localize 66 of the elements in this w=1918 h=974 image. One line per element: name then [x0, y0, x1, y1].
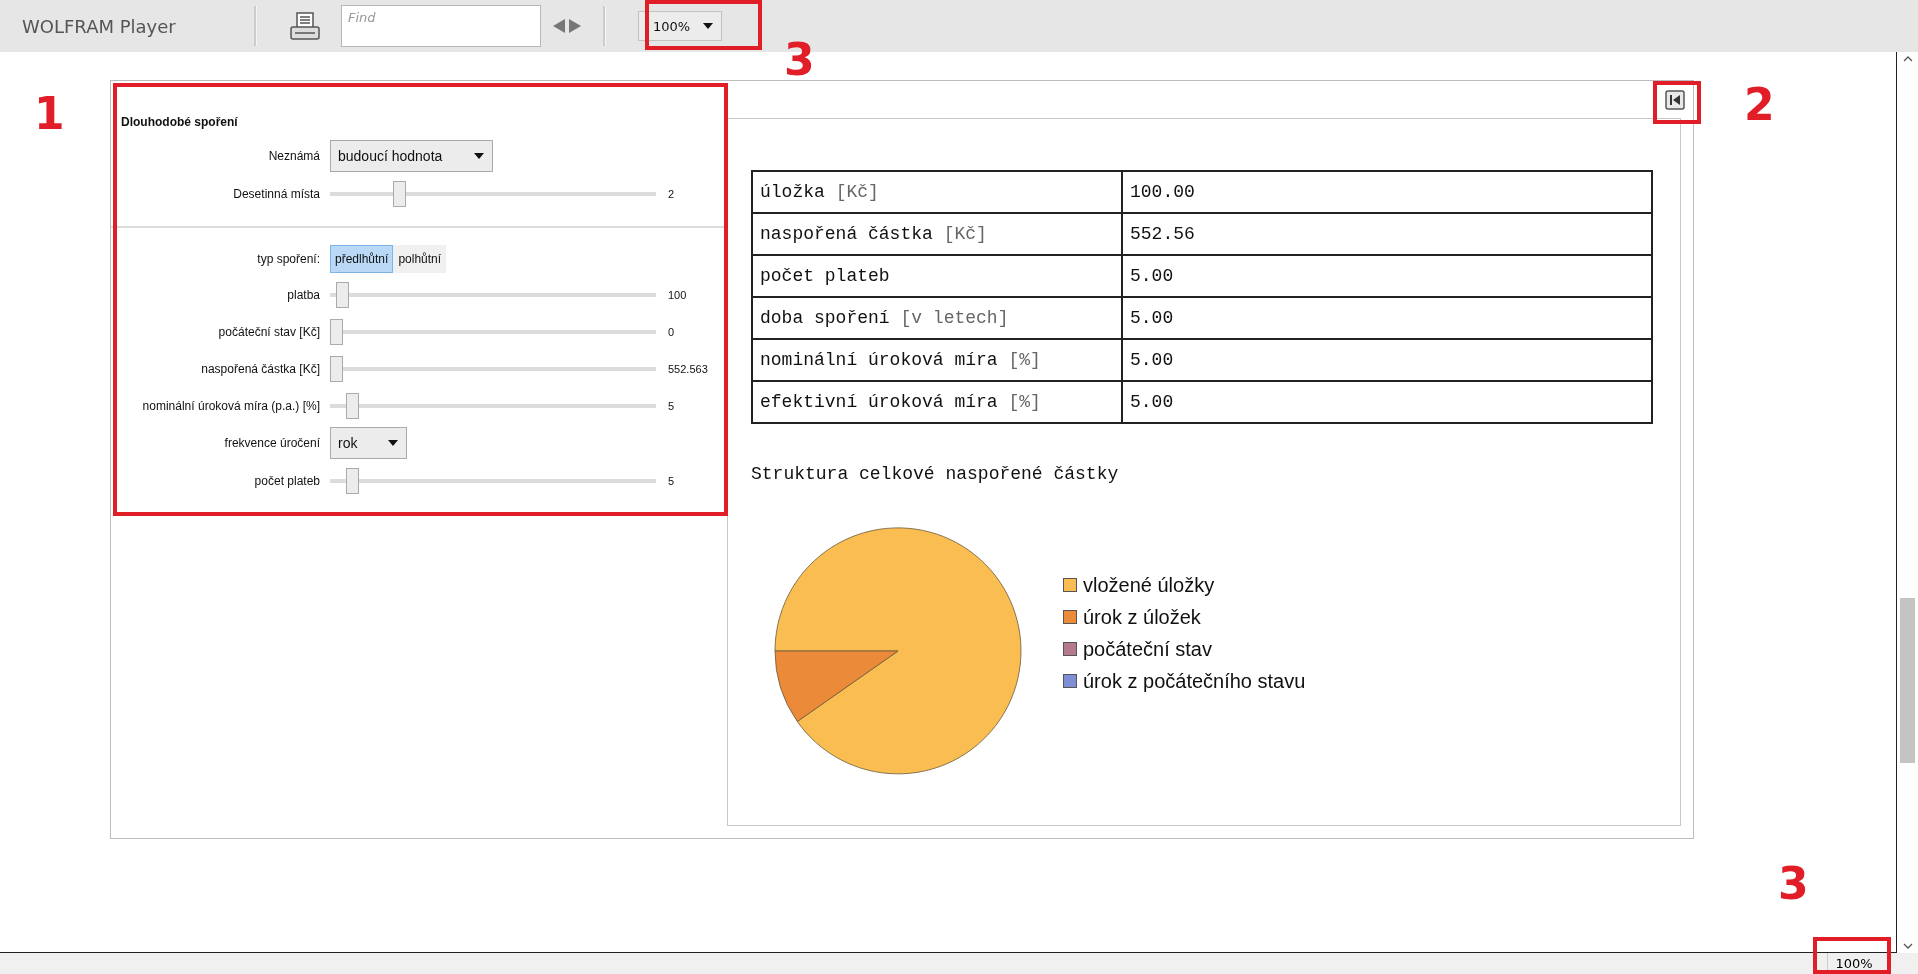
annotation-number: 3	[784, 38, 815, 82]
annotation-number: 2	[1744, 83, 1775, 127]
app-title: WOLFRAM Player	[22, 15, 177, 37]
control-label: Desetinná místa	[232, 186, 320, 201]
toggle-option[interactable]: předlhůtní	[330, 245, 394, 273]
dropdown[interactable]: budoucí hodnota	[330, 140, 493, 172]
legend-label: úrok z počátečního stavu	[1083, 669, 1306, 693]
table-cell: počet plateb	[752, 255, 1122, 297]
slider-thumb[interactable]	[336, 281, 350, 308]
previous-button[interactable]	[551, 19, 567, 33]
annotation-number: 3	[1778, 862, 1809, 906]
slider-thumb[interactable]	[330, 318, 343, 345]
highlight-frame	[1653, 81, 1701, 124]
legend-label: vložené úložky	[1083, 573, 1215, 597]
table-cell: 5.00	[1122, 339, 1652, 381]
table-cell: doba spoření [v letech]	[752, 297, 1122, 339]
slider-thumb[interactable]	[345, 467, 359, 494]
slider-value: 100	[668, 288, 687, 301]
caret-icon	[703, 23, 713, 29]
caret-icon	[474, 153, 484, 159]
slider-thumb[interactable]	[392, 180, 406, 207]
legend-label: počáteční stav	[1083, 637, 1212, 661]
slider-value: 2	[668, 187, 675, 200]
printer-icon	[290, 12, 320, 40]
zoom-level[interactable]: 100%	[1827, 953, 1880, 974]
dropdown[interactable]: rok	[330, 427, 407, 459]
print-button[interactable]	[287, 9, 323, 43]
zoom-dropdown[interactable]: 100%	[638, 11, 722, 41]
control-label: počáteční stav [Kč]	[217, 324, 320, 339]
right-triangle-icon	[569, 19, 581, 33]
control-label: frekvence úročení	[223, 436, 320, 450]
toggle-option[interactable]: polhůtní	[393, 245, 447, 273]
down-caret-icon	[1902, 943, 1913, 949]
slider-value: 5	[668, 399, 675, 412]
table-cell: 100.00	[1122, 171, 1652, 213]
collapse-button[interactable]	[1665, 89, 1685, 110]
panel-title: Dlouhodobé spoření	[121, 115, 239, 129]
control-label: počet plateb	[253, 473, 320, 488]
control-label: Neznámá	[267, 149, 320, 163]
table-cell: nominální úroková míra [%]	[752, 339, 1122, 381]
table-cell: 5.00	[1122, 255, 1652, 297]
up-caret-icon	[1902, 56, 1913, 62]
table-cell: 5.00	[1122, 381, 1652, 423]
table-cell: efektivní úroková míra [%]	[752, 381, 1122, 423]
next-button[interactable]	[567, 19, 583, 33]
table-cell: úložka [Kč]	[752, 171, 1122, 213]
slider-value: 5	[668, 474, 675, 487]
control-label: nominální úroková míra (p.a.) [%]	[141, 398, 320, 413]
table-cell: 552.56	[1122, 213, 1652, 255]
table-cell: naspořená částka [Kč]	[752, 213, 1122, 255]
slider-value: 552.563	[668, 362, 708, 375]
slider-thumb[interactable]	[330, 355, 343, 382]
find-field[interactable]: Find	[341, 5, 541, 47]
control-label: typ spoření:	[256, 252, 320, 266]
skip-back-icon	[1665, 89, 1685, 110]
caret-icon	[388, 440, 398, 446]
scrollbar-thumb[interactable]	[1900, 598, 1915, 763]
control-label: naspořená částka [Kč]	[200, 361, 320, 376]
slider-value: 0	[668, 325, 675, 338]
slider-thumb[interactable]	[345, 392, 359, 419]
table-cell: 5.00	[1122, 297, 1652, 339]
annotation-number: 1	[34, 92, 65, 136]
legend-label: úrok z úložek	[1083, 605, 1201, 629]
control-label: platba	[286, 287, 320, 302]
chart-title: Struktura celkové naspořené částky	[751, 464, 1120, 484]
left-triangle-icon	[553, 19, 565, 33]
